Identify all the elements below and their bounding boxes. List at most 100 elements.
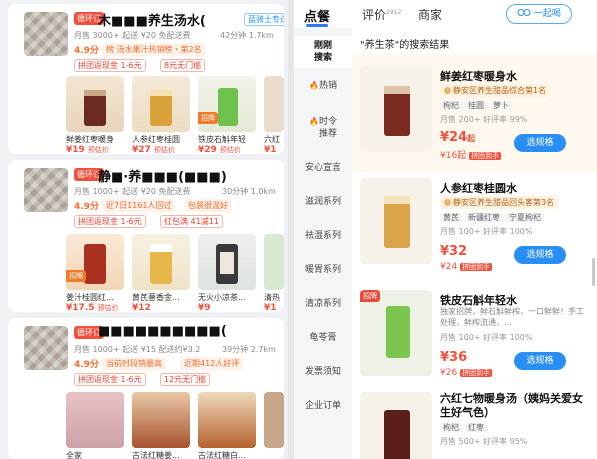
category-dampness[interactable]: 祛湿系列 (294, 230, 352, 242)
product-tile[interactable]: 清热 ¥1 (264, 234, 284, 312)
rank-tag: 榜 汤水果汁热销榜・第2名 (102, 43, 206, 56)
drink-together-button[interactable]: 一起喝 (506, 4, 572, 24)
promo-tag: 拼团返现金 1-6元 (74, 59, 146, 72)
product-tile[interactable]: 鲜姜红枣暖身 ¥19 预估价 (66, 76, 124, 154)
product-image (264, 76, 284, 132)
product-tile[interactable]: 无火小凉茶... ¥9 (198, 234, 256, 312)
item-sales: 月售 200+ 好评率 99% (440, 115, 528, 124)
coupon-tag: 红包满 41减11 (160, 215, 223, 228)
product-image (264, 234, 284, 290)
store-eta: 30分钟 1.0km (222, 187, 276, 196)
category-stomach[interactable]: 暖胃系列 (294, 264, 352, 276)
product-image (66, 76, 124, 132)
signature-label: 招牌 (198, 112, 218, 124)
category-moisturizing[interactable]: 滋润系列 (294, 196, 352, 208)
product-price: ¥27 预估价 (132, 145, 175, 154)
product-name: 铁皮石斛年轻 (198, 135, 246, 144)
promo-tag: 拼团返现金 1-6元 (74, 215, 146, 228)
item-sales: 月售 100+ 好评率 100% (440, 227, 533, 236)
category-assurance[interactable]: 安心宣言 (294, 162, 352, 174)
product-image: 招牌 (198, 76, 256, 132)
item-name: 人参红枣桂圆水 (440, 182, 517, 195)
signature-label: 招牌 (360, 290, 380, 302)
store-rating: 4.9分 (74, 360, 99, 370)
product-tile[interactable]: 人参红枣桂圆 ¥27 预估价 (132, 76, 190, 154)
product-tile[interactable]: 古法红糖白... (198, 392, 256, 459)
menu-item[interactable]: 鲜姜红枣暖身水 静安区养生甜品综合第1名 枸杞 桂圆 萝卜 月售 200+ 好评率 … (352, 54, 597, 172)
category-invoice[interactable]: 发票须知 (294, 366, 352, 378)
choose-spec-button[interactable]: 选规格 (514, 134, 566, 152)
store-thumbnail (24, 326, 68, 370)
rank-tag: 当前时段销量高 (102, 357, 166, 370)
product-tile[interactable]: 招牌 姜汁桂圆红... ¥17.5 预估价 (66, 234, 124, 312)
menu-item[interactable]: 六红七物暖身汤（姨妈关爱女生好气色） 枸杞 红枣 月售 500+ 好评率 95% (352, 388, 597, 459)
product-name: 清热 (264, 293, 280, 302)
drink-cup-icon (150, 244, 172, 284)
item-description: 独家招牌，鲜石斛鲜榨，一口鲜鲜！手工处理，鲜榨流通，... (440, 307, 584, 327)
store-meta: 月售 3000+ 起送 ¥20 免配送费 (74, 31, 191, 40)
choose-spec-button[interactable]: 选规格 (514, 352, 566, 370)
review-tag: 近期412人好评 (180, 357, 244, 370)
product-price: ¥9 (198, 303, 211, 312)
product-tile[interactable] (264, 392, 284, 448)
store-card[interactable]: 循环订 静■·养■■■(■■■) 月售 1000+ 起送 ¥20 免配送费 30… (8, 160, 284, 312)
item-price: ¥32 (440, 244, 468, 259)
rank-badge: 静安区养生甜品回头客第3名 (440, 196, 559, 209)
coupon-tag: 12元无门槛 (160, 373, 211, 386)
choose-spec-button[interactable]: 选规格 (514, 246, 566, 264)
store-rating: 4.9分 (74, 46, 99, 56)
product-tile[interactable]: 黄芪薏香金... ¥12 (132, 234, 190, 312)
item-price: ¥36 (440, 350, 468, 365)
tab-reviews[interactable]: 评价2912 (362, 6, 401, 23)
product-tile[interactable]: 招牌 铁皮石斛年轻 ¥29 预估价 (198, 76, 256, 154)
store-name: ■■■■■■■■■■( (98, 324, 227, 339)
item-name: 六红七物暖身汤（姨妈关爱女生好气色） (440, 392, 583, 419)
product-price: ¥12 (132, 303, 151, 312)
store-card[interactable]: 循环订 木■■■养生汤水( 蓝骑士专送 月售 3000+ 起送 ¥20 免配送费… (8, 4, 284, 154)
drink-cup-icon (384, 410, 410, 459)
category-label: 搜索 (313, 53, 332, 63)
product-price: ¥1 (264, 145, 277, 154)
tab-merchant[interactable]: 商家 (418, 6, 442, 23)
rank-tag: 近7日1161人回过 (102, 199, 176, 212)
product-image (66, 392, 124, 448)
product-tile[interactable]: 古法红糖姜... (132, 392, 190, 459)
item-image (360, 392, 432, 459)
drink-cup-icon (84, 90, 106, 126)
item-tags: 枸杞 桂圆 萝卜 (440, 100, 515, 111)
tab-active-indicator (306, 24, 328, 27)
menu-item[interactable]: 人参红枣桂圆水 静安区养生甜品回头客第3名 黄芪 新疆红枣 宁夏枸杞 月售 100+… (352, 176, 597, 288)
menu-list: "养生茶"的搜索结果 鲜姜红枣暖身水 静安区养生甜品综合第1名 枸杞 桂圆 萝卜 月… (352, 28, 597, 459)
category-cooling[interactable]: 清凉系列 (294, 298, 352, 310)
product-name: 古法红糖姜... (132, 451, 180, 459)
category-recent-search[interactable]: 刚刚 搜索 (294, 36, 352, 68)
fire-icon: 🔥 (309, 81, 319, 90)
drink-cup-icon (216, 244, 238, 284)
product-name: 六红 (264, 135, 280, 144)
promo-tag: 拼团返现金 1-6元 (74, 373, 146, 386)
item-image: 招牌 (360, 290, 432, 376)
cups-icon (517, 9, 531, 16)
rank-badge: 静安区养生甜品综合第1名 (440, 84, 551, 97)
product-image (198, 392, 256, 448)
store-eta: 39分钟 2.7km (222, 345, 276, 354)
category-label: 刚刚 (313, 41, 332, 51)
product-name: 姜汁桂圆红... (66, 293, 114, 302)
category-label: 热销 (318, 81, 337, 91)
product-tile[interactable]: 六红 ¥1 (264, 76, 284, 154)
group-price: ¥16起 拼团到手 (440, 151, 502, 161)
product-price: ¥17.5 预估价 (66, 303, 119, 312)
store-card[interactable]: 循环订 ■■■■■■■■■■( 月售 1000+ 起送 ¥15 配送约¥3.2 … (8, 318, 284, 459)
category-seasonal[interactable]: 🔥时令 推荐 (294, 116, 352, 140)
item-tags: 枸杞 红枣 (440, 422, 490, 433)
category-enterprise[interactable]: 企业订单 (294, 400, 352, 412)
search-result-title: "养生茶"的搜索结果 (360, 40, 450, 51)
product-tile[interactable]: 全家 (66, 392, 124, 459)
menu-item[interactable]: 招牌 铁皮石斛年轻水 独家招牌，鲜石斛鲜榨，一口鲜鲜！手工处理，鲜榨流通，...… (352, 286, 597, 390)
category-hot[interactable]: 🔥热销 (294, 80, 352, 92)
tab-order[interactable]: 点餐 (304, 6, 330, 25)
scrollbar[interactable] (592, 258, 595, 286)
store-detail-panel: 点餐 评价2912 商家 一起喝 刚刚 搜索 🔥热销 🔥时令 推荐 安心宣言 滋润系… (294, 0, 597, 459)
fire-icon: 🔥 (309, 117, 319, 126)
category-guiling[interactable]: 龟苓膏 (294, 332, 352, 344)
